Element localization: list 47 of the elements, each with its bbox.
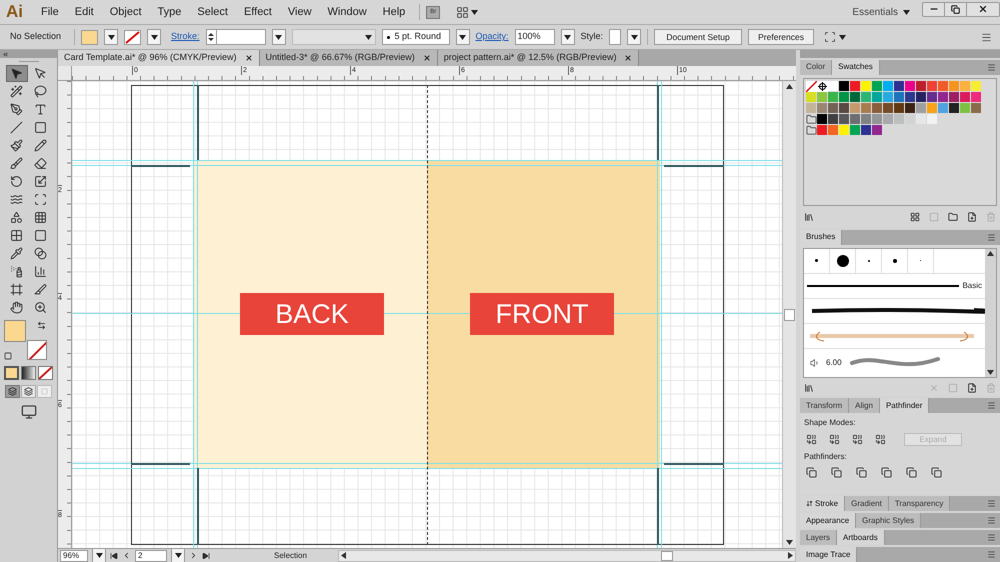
panel-tab[interactable]: Transparency [888, 496, 950, 512]
panel-tab[interactable]: Gradient [845, 496, 889, 512]
toolbar-button[interactable]: Preferences [748, 29, 814, 45]
menu-item[interactable]: Edit [66, 4, 102, 20]
card-label: BACK [240, 293, 384, 335]
panel-tab[interactable]: Graphic Styles [856, 513, 922, 528]
brush-size: 6.00 [826, 356, 842, 369]
section-label: Pathfinders: [803, 451, 848, 464]
section-label: Shape Modes: [803, 417, 857, 430]
app-logo: Ai [6, 1, 23, 24]
document-tab[interactable]: Card Template.ai* @ 96% (CMYK/Preview) [58, 50, 260, 66]
panel-tab[interactable]: Color [800, 60, 832, 75]
menu-item[interactable]: Select [189, 4, 236, 20]
panel-tab[interactable]: Transform [800, 398, 850, 414]
selection-status: No Selection [10, 30, 62, 44]
document-tab[interactable]: project pattern.ai* @ 12.5% (RGB/Preview) [438, 50, 640, 66]
stroke-label[interactable]: Stroke: [171, 30, 200, 44]
menu-item[interactable]: Object [102, 4, 150, 20]
card-label: FRONT [470, 293, 614, 335]
opacity-field[interactable]: 100% [514, 29, 555, 45]
panel-tab[interactable]: Image Trace [800, 547, 858, 562]
document-tab[interactable]: Untitled-3* @ 66.67% (RGB/Preview) [260, 50, 438, 66]
panel-tab[interactable]: Stroke [800, 496, 846, 512]
panel-tab[interactable]: Appearance [800, 513, 856, 528]
brush-row[interactable]: Basic [804, 274, 985, 299]
menu-item[interactable]: View [280, 4, 320, 20]
panel-tab[interactable]: Pathfinder [880, 398, 930, 414]
style-label: Style: [580, 30, 604, 44]
panel-tab[interactable]: Brushes [800, 230, 842, 245]
opacity-label[interactable]: Opacity: [476, 30, 509, 44]
menu-item[interactable]: Help [374, 4, 414, 20]
panel-tab[interactable]: Swatches [832, 60, 880, 75]
expand-button: Expand [904, 433, 962, 446]
brush-dropdown[interactable]: 5 pt. Round [382, 29, 450, 45]
menu-item[interactable]: Window [320, 4, 375, 20]
panel-tab[interactable]: Align [849, 398, 880, 414]
panel-tab[interactable]: Layers [800, 530, 838, 546]
current-tool-label: Selection [274, 550, 308, 562]
artboard-field[interactable]: 2 [135, 550, 167, 562]
workspace-switcher[interactable]: Essentials [852, 4, 910, 20]
panel-tab[interactable]: Artboards [837, 530, 885, 546]
menu-item[interactable]: Type [150, 4, 190, 20]
brush-name: Basic [962, 280, 982, 292]
menu-item[interactable]: Effect [236, 4, 280, 20]
toolbar-button[interactable]: Document Setup [654, 29, 742, 45]
zoom-field[interactable]: 96% [60, 550, 88, 562]
menu-item[interactable]: File [33, 4, 67, 20]
